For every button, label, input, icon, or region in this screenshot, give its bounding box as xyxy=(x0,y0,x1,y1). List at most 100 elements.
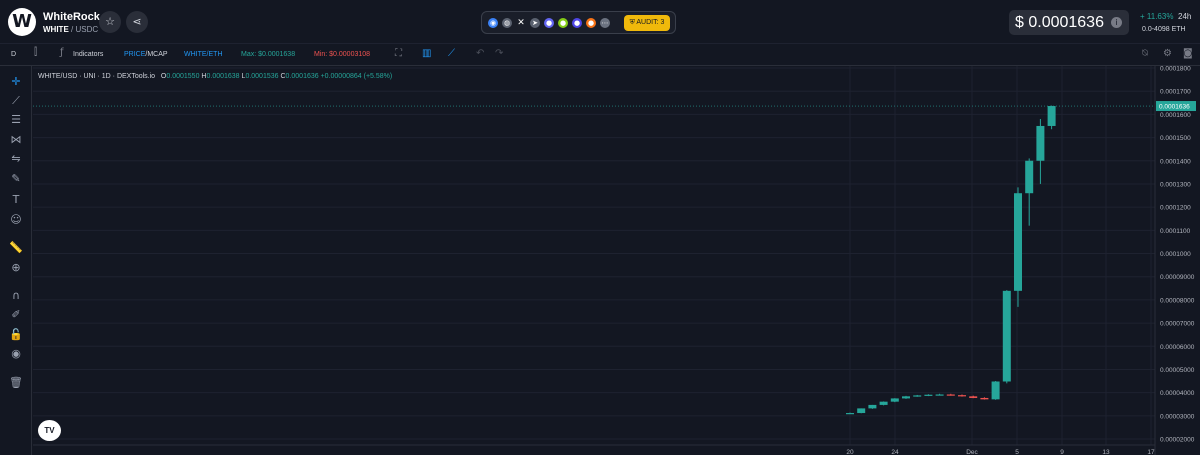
pattern-icon[interactable]: ⋈ xyxy=(9,133,23,147)
candle[interactable] xyxy=(879,401,888,406)
trash-icon[interactable]: 🗑 xyxy=(9,376,23,390)
pair-quote: / USDC xyxy=(68,25,99,34)
globe-icon[interactable]: ◍ xyxy=(502,18,512,28)
y-tick-label: 0.0001800 xyxy=(1160,66,1191,73)
redo-icon[interactable]: ↷ xyxy=(495,48,503,59)
magnet-icon[interactable]: ∩ xyxy=(9,289,23,303)
y-tick-label: 0.00004000 xyxy=(1160,390,1195,397)
candle-body xyxy=(1025,160,1034,194)
brush-icon[interactable]: ✎ xyxy=(9,172,23,186)
candle-body xyxy=(969,396,978,398)
x-tick-label: 5 xyxy=(1015,449,1019,455)
candle-body xyxy=(868,404,877,409)
indicators-button[interactable]: Indicators xyxy=(73,51,103,58)
candle[interactable] xyxy=(868,404,877,409)
candle[interactable] xyxy=(1002,290,1011,384)
trendline-icon[interactable]: ⟋ xyxy=(9,94,23,108)
text-icon[interactable]: T xyxy=(9,193,23,207)
x-tick-label: Dec xyxy=(966,449,978,455)
tradingview-logo[interactable]: TV xyxy=(38,420,61,441)
prediction-icon[interactable]: ⇋ xyxy=(9,152,23,166)
y-tick-label: 0.00006000 xyxy=(1160,344,1195,351)
interval-button[interactable]: D xyxy=(11,51,16,58)
price-chart[interactable]: 0.0001800 0.0001700 0.0001600 0.0001500 0.00… xyxy=(0,0,1200,455)
candle[interactable] xyxy=(857,408,866,414)
crosshair-icon[interactable]: ✛ xyxy=(9,75,23,89)
audit-label: AUDIT: 3 xyxy=(636,19,665,26)
token-name: WhiteRock xyxy=(43,11,100,23)
token-logo: W xyxy=(8,8,36,36)
legend-symbol: WHITE/USD · UNI · 1D · DEXTools.io xyxy=(38,73,156,80)
eye-icon[interactable]: ◉ xyxy=(9,347,23,361)
y-tick-label: 0.0001600 xyxy=(1160,112,1191,119)
chart-icon[interactable]: ● xyxy=(558,18,568,28)
coingecko-icon[interactable]: ● xyxy=(544,18,554,28)
social-links: ◉ ◍ ✕ ➤ ● ● ● ● ⋯ ⛨ AUDIT: 3 xyxy=(481,11,676,34)
candle[interactable] xyxy=(1047,105,1056,130)
candle[interactable] xyxy=(890,398,899,403)
candle-body xyxy=(991,381,1000,400)
legend-low: 0.0001536 xyxy=(245,73,279,80)
zoom-icon[interactable]: ⊕ xyxy=(9,261,23,275)
legend-close: 0.0001636 xyxy=(285,73,319,80)
more-icon[interactable]: ⋯ xyxy=(600,18,610,28)
emoji-icon[interactable]: ☺ xyxy=(9,213,23,227)
y-tick-label: 0.0001100 xyxy=(1160,228,1191,235)
chart-pane[interactable] xyxy=(33,66,1155,455)
bar-chart-icon[interactable]: ▥ xyxy=(422,48,431,59)
pair-toggle[interactable]: WHITE/ETH xyxy=(184,51,223,58)
header: W WhiteRock WHITE / USDC ☆ ⋖ ◉ ◍ ✕ ➤ ● ●… xyxy=(0,0,1200,44)
undo-icon[interactable]: ↶ xyxy=(476,48,484,59)
lock-drawing-icon[interactable]: ✐ xyxy=(9,308,23,322)
y-tick-label: 0.00009000 xyxy=(1160,274,1195,281)
metamask-icon[interactable]: ● xyxy=(586,18,596,28)
y-tick-label: 0.00008000 xyxy=(1160,297,1195,304)
candle[interactable] xyxy=(991,381,1000,400)
dextools-icon[interactable]: ◉ xyxy=(488,18,498,28)
price-option: PRICE xyxy=(124,51,146,58)
shield-icon: ⛨ xyxy=(629,19,635,26)
y-tick-label: 0.00005000 xyxy=(1160,367,1195,374)
y-tick-label: 0.00003000 xyxy=(1160,413,1195,420)
x-tick-label: 13 xyxy=(1102,449,1110,455)
candle-body xyxy=(879,401,888,405)
favorite-button[interactable]: ☆ xyxy=(99,11,121,33)
x-tick-label: 17 xyxy=(1147,449,1155,455)
indicators-icon[interactable]: ƒ xyxy=(60,47,64,58)
settings-icon[interactable]: ⚙ xyxy=(1163,48,1172,59)
telegram-icon[interactable]: ➤ xyxy=(530,18,540,28)
max-price: Max: $0.0001638 xyxy=(241,51,296,58)
token-icon[interactable]: ● xyxy=(572,18,582,28)
price-axis[interactable]: 0.0001800 0.0001700 0.0001600 0.0001500 0.00… xyxy=(1160,66,1195,444)
candle-body xyxy=(980,397,989,400)
candle-body xyxy=(1047,106,1056,126)
candle-body xyxy=(1002,290,1011,382)
chart-toolbar: D ⫿ ƒ Indicators PRICE/MCAP WHITE/ETH Ma… xyxy=(0,44,1200,66)
audit-badge[interactable]: ⛨ AUDIT: 3 xyxy=(624,15,670,31)
fib-icon[interactable]: ☰ xyxy=(9,113,23,127)
price-change: + 11.63% xyxy=(1140,12,1174,21)
pair-label: WHITE / USDC xyxy=(43,25,98,34)
x-icon[interactable]: ✕ xyxy=(516,18,526,28)
lock-icon[interactable]: 🔓 xyxy=(9,328,23,342)
share-icon: ⋖ xyxy=(132,15,142,28)
measure-icon[interactable]: ⍉ xyxy=(1142,48,1148,59)
info-icon[interactable]: i xyxy=(1111,17,1122,28)
line-chart-icon[interactable]: ⟋ xyxy=(448,48,455,59)
legend-open: 0.0001550 xyxy=(166,73,200,80)
current-price: $ 0.0001636 xyxy=(1015,14,1104,31)
x-tick-label: 20 xyxy=(846,449,854,455)
camera-icon[interactable]: ◙ xyxy=(1183,48,1193,59)
candle-body xyxy=(935,394,944,396)
candle[interactable] xyxy=(1014,187,1022,307)
candle-body xyxy=(913,395,922,397)
price-mcap-toggle[interactable]: PRICE/MCAP xyxy=(124,51,168,58)
share-button[interactable]: ⋖ xyxy=(126,11,148,33)
candles-icon[interactable]: ⫿ xyxy=(34,47,37,58)
pair-base: WHITE xyxy=(43,25,69,34)
candle-body xyxy=(1014,193,1022,291)
y-tick-label: 0.0001700 xyxy=(1160,89,1191,96)
fullscreen-icon[interactable]: ⛶ xyxy=(395,48,402,59)
star-icon: ☆ xyxy=(105,15,115,28)
ruler-icon[interactable]: 📏 xyxy=(9,241,23,255)
